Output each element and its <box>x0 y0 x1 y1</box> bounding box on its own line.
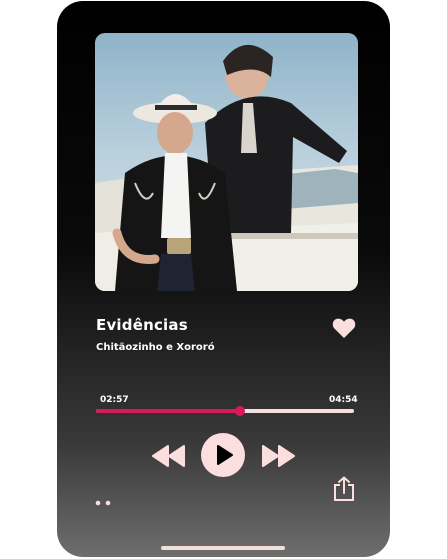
time-elapsed: 02:57 <box>100 395 129 405</box>
home-indicator[interactable] <box>161 546 285 550</box>
fast-forward-icon[interactable] <box>261 444 295 468</box>
time-total: 04:54 <box>329 395 358 405</box>
song-title: Evidências <box>96 316 188 334</box>
album-cover <box>95 33 358 291</box>
artist-name[interactable]: Chitãozinho e Xororó <box>96 342 215 353</box>
progress-bar[interactable] <box>96 406 354 416</box>
rewind-icon[interactable] <box>152 444 186 468</box>
play-button[interactable] <box>201 433 245 477</box>
heart-icon[interactable] <box>332 317 356 339</box>
share-icon[interactable] <box>332 476 356 502</box>
play-icon <box>217 445 233 465</box>
music-player-card: Evidências Chitãozinho e Xororó 02:57 04… <box>57 1 390 557</box>
more-dots-icon[interactable] <box>95 491 113 506</box>
progress-fill <box>96 409 241 413</box>
progress-thumb[interactable] <box>235 406 246 416</box>
